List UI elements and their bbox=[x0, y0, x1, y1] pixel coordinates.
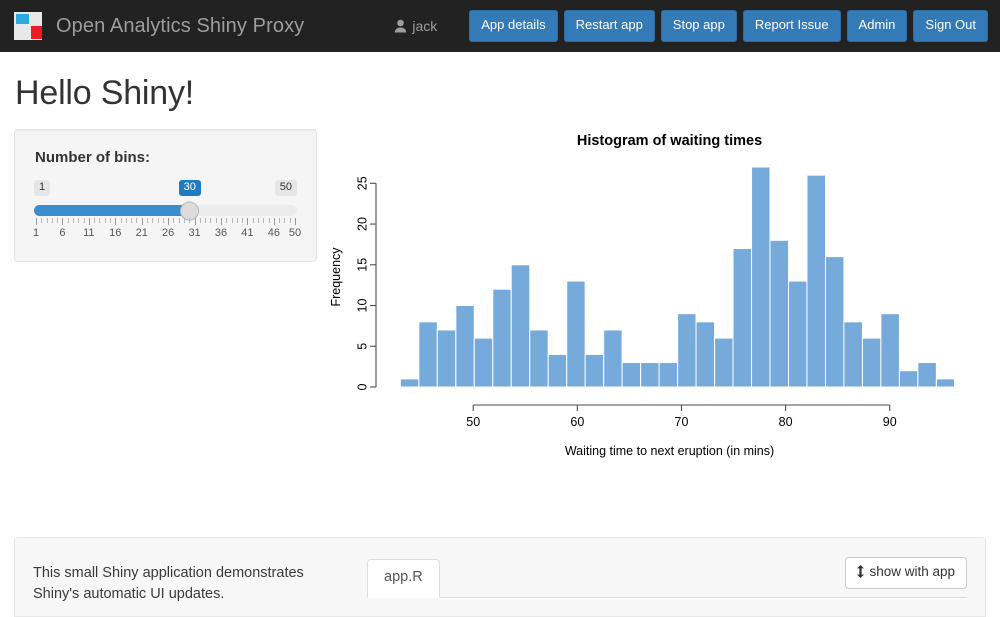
show-with-app-label: show with app bbox=[869, 564, 955, 580]
histogram-bar bbox=[732, 247, 753, 388]
histogram-plot: Histogram of waiting times 0 5 10 15 20 25 Freq… bbox=[329, 129, 986, 529]
histogram-bar bbox=[695, 321, 716, 388]
slider-tick-label: 1 bbox=[32, 227, 40, 239]
histogram-bar bbox=[935, 378, 954, 388]
histogram-bar bbox=[473, 337, 494, 388]
histogram-bar bbox=[399, 378, 420, 388]
slider-min-label: 1 bbox=[34, 180, 51, 196]
report-issue-button[interactable]: Report Issue bbox=[742, 10, 841, 42]
stop-app-button[interactable]: Stop app bbox=[660, 10, 737, 42]
show-with-app-button[interactable]: show with app bbox=[845, 557, 967, 589]
app-details-button[interactable]: App details bbox=[469, 10, 558, 42]
code-tabs-zone: app.R show with app bbox=[367, 554, 967, 598]
y-axis-tick-label: 10 bbox=[355, 299, 369, 313]
histogram-bar bbox=[917, 362, 937, 388]
restart-app-button[interactable]: Restart app bbox=[563, 10, 655, 42]
histogram-bar bbox=[455, 305, 475, 388]
admin-button[interactable]: Admin bbox=[846, 10, 908, 42]
slider-tick-label: 6 bbox=[59, 227, 66, 239]
histogram-bar bbox=[492, 288, 512, 388]
histogram-svg: Histogram of waiting times 0 5 10 15 20 25 Freq… bbox=[329, 133, 954, 458]
histogram-bar bbox=[510, 264, 531, 388]
slider-tick-label: 21 bbox=[135, 227, 148, 239]
histogram-bar bbox=[436, 329, 457, 388]
arrows-vertical-icon bbox=[856, 565, 865, 580]
histogram-bar bbox=[547, 353, 568, 388]
y-axis-tick-label: 25 bbox=[355, 176, 369, 190]
chart-title: Histogram of waiting times bbox=[577, 133, 762, 149]
slider-tick-label: 46 bbox=[267, 227, 280, 239]
histogram-bar bbox=[861, 337, 882, 388]
x-axis-tick-label: 50 bbox=[466, 415, 480, 429]
histogram-bar bbox=[640, 362, 660, 388]
navbar: Open Analytics Shiny Proxy jack App deta… bbox=[0, 0, 1000, 52]
slider-tick-label: 36 bbox=[214, 227, 228, 239]
x-axis-tick-label: 60 bbox=[570, 415, 584, 429]
x-axis-tick-label: 80 bbox=[779, 415, 793, 429]
histogram-bar bbox=[529, 329, 549, 388]
histogram-bar bbox=[603, 329, 623, 388]
x-axis: 50 60 70 80 90 bbox=[466, 404, 897, 429]
slider-tick-label: 31 bbox=[188, 227, 201, 239]
histogram-bar bbox=[751, 166, 771, 388]
histogram-bar bbox=[880, 313, 900, 388]
x-axis-tick-label: 90 bbox=[883, 415, 897, 429]
y-axis-tick-label: 15 bbox=[355, 258, 369, 272]
content-row: Number of bins: 1 30 50 1 6 11 16 21 26 31 36 41… bbox=[14, 129, 986, 529]
x-axis-label: Waiting time to next eruption (in mins) bbox=[565, 444, 774, 458]
histogram-bar bbox=[677, 313, 697, 388]
y-axis: 0 5 10 15 20 25 bbox=[355, 176, 377, 390]
histogram-bar bbox=[566, 280, 586, 388]
histogram-bar bbox=[806, 174, 826, 388]
user-icon bbox=[394, 19, 407, 33]
histogram-bar bbox=[584, 353, 605, 388]
x-axis-tick-label: 70 bbox=[675, 415, 689, 429]
slider-tick-label: 16 bbox=[109, 227, 122, 239]
app-description: This small Shiny application demonstrate… bbox=[33, 565, 304, 602]
histogram-bar bbox=[898, 370, 919, 388]
username-label: jack bbox=[412, 17, 438, 34]
histogram-bar bbox=[769, 239, 790, 388]
bins-slider[interactable]: 1 30 50 1 6 11 16 21 26 31 36 41 46 50 bbox=[32, 180, 301, 241]
footer-panel: This small Shiny application demonstrate… bbox=[14, 537, 986, 617]
slider-track-fill bbox=[34, 205, 190, 216]
brand-title: Open Analytics Shiny Proxy bbox=[56, 14, 305, 37]
histogram-bars bbox=[399, 166, 954, 388]
slider-track[interactable] bbox=[34, 201, 297, 220]
brand-link[interactable]: Open Analytics Shiny Proxy bbox=[14, 12, 304, 40]
slider-tick-labels: 1 6 11 16 21 26 31 36 41 46 50 bbox=[32, 227, 301, 241]
histogram-bar bbox=[788, 280, 808, 388]
page-body: Hello Shiny! Number of bins: 1 30 50 161… bbox=[0, 74, 1000, 529]
shinyproxy-squares-logo-icon bbox=[14, 12, 42, 40]
y-axis-tick-label: 20 bbox=[355, 217, 369, 231]
slider-tick-label: 41 bbox=[241, 227, 254, 239]
slider-ticks bbox=[36, 218, 296, 225]
slider-tick-label: 26 bbox=[162, 227, 175, 239]
slider-value-badge: 30 bbox=[178, 180, 201, 196]
sign-out-button[interactable]: Sign Out bbox=[913, 10, 988, 42]
histogram-bar bbox=[621, 362, 642, 388]
tab-app-r[interactable]: app.R bbox=[367, 559, 440, 598]
sidebar-panel: Number of bins: 1 30 50 1 6 11 16 21 26 31 36 41… bbox=[14, 129, 317, 262]
y-axis-tick-label: 0 bbox=[355, 383, 369, 390]
histogram-bar bbox=[714, 337, 734, 388]
slider-tick-label: 11 bbox=[83, 227, 95, 239]
histogram-bar bbox=[843, 321, 863, 388]
user-menu[interactable]: jack bbox=[394, 18, 437, 34]
histogram-bar bbox=[418, 321, 438, 388]
slider-pips: 1 30 50 bbox=[34, 180, 297, 198]
page-title: Hello Shiny! bbox=[15, 74, 195, 112]
histogram-bar bbox=[658, 362, 679, 388]
navbar-right: jack App details Restart app Stop app Re… bbox=[394, 10, 988, 42]
slider-label: Number of bins: bbox=[35, 149, 150, 166]
histogram-bar bbox=[824, 256, 845, 388]
slider-tick-label: 50 bbox=[288, 227, 302, 239]
y-axis-label: Frequency bbox=[329, 247, 343, 307]
y-axis-tick-label: 5 bbox=[355, 343, 369, 350]
slider-max-label: 50 bbox=[274, 180, 297, 196]
